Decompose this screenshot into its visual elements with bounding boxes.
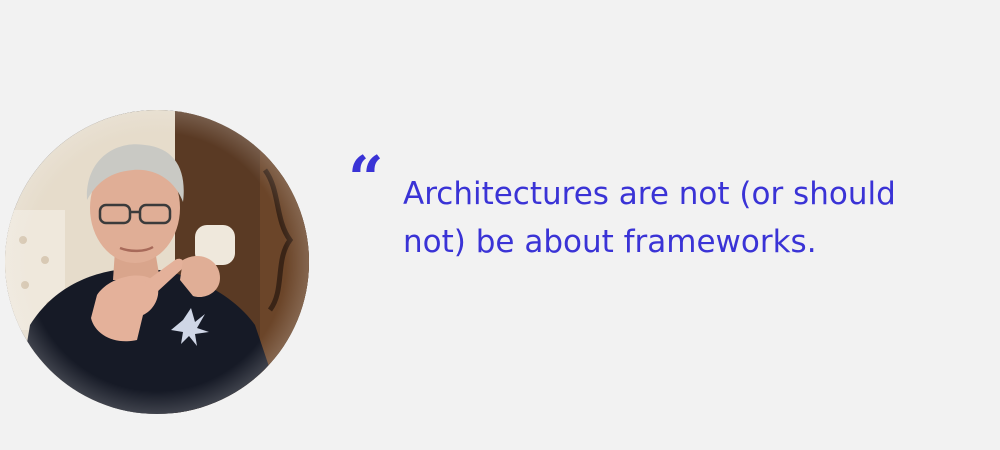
quote-mark: “	[348, 142, 384, 215]
person-portrait-icon	[5, 110, 309, 414]
quote-text: Architectures are not (or should not) be…	[403, 176, 896, 260]
portrait-photo	[5, 110, 309, 414]
